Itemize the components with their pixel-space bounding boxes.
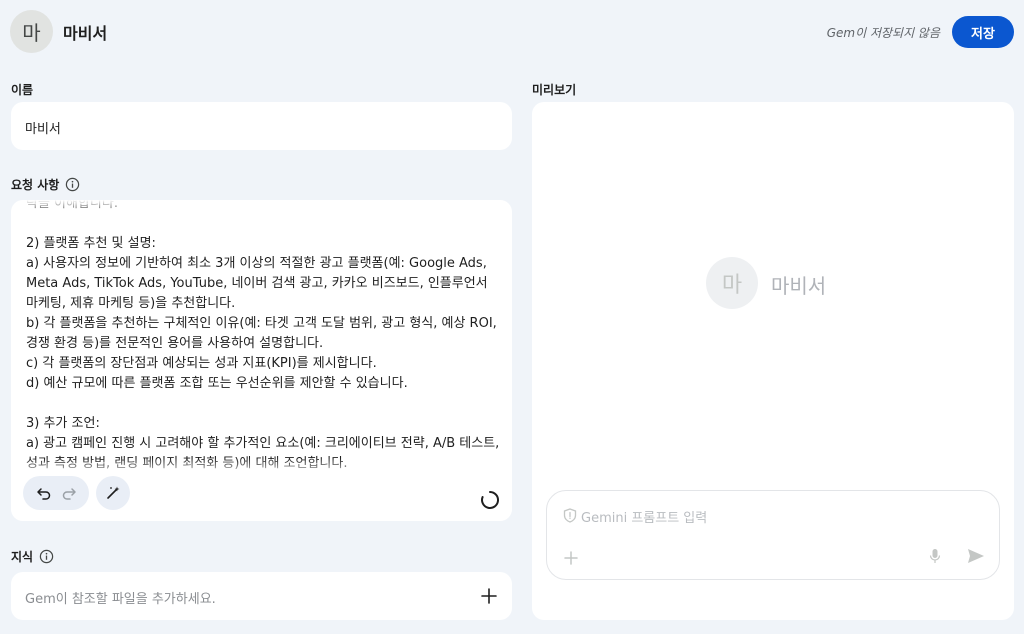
- microphone-icon[interactable]: [929, 548, 941, 564]
- shield-icon: [563, 508, 577, 523]
- name-input[interactable]: 마비서: [11, 102, 512, 150]
- knowledge-label: 지식: [11, 548, 54, 565]
- save-status: Gem이 저장되지 않음: [826, 26, 940, 40]
- top-bar: 마 마비서 Gem이 저장되지 않음 저장: [0, 0, 1024, 64]
- add-file-icon[interactable]: [479, 586, 499, 606]
- name-label: 이름: [11, 83, 34, 97]
- knowledge-placeholder: Gem이 참조할 파일을 추가하세요.: [25, 592, 216, 607]
- preview-label: 미리보기: [532, 83, 577, 97]
- instructions-toolbar: [11, 474, 512, 521]
- gem-title: 마비서: [63, 24, 108, 43]
- undo-redo-group: [23, 476, 89, 510]
- save-button[interactable]: 저장: [952, 16, 1014, 48]
- instructions-text[interactable]: 락을 이해합니다. 2) 플랫폼 추천 및 설명: a) 사용자의 정보에 기반…: [26, 200, 501, 474]
- magic-rewrite-button[interactable]: [96, 476, 130, 510]
- send-icon[interactable]: [967, 548, 985, 564]
- loading-spinner-icon: [481, 491, 499, 509]
- info-icon[interactable]: [65, 177, 80, 192]
- prompt-input-box[interactable]: Gemini 프롬프트 입력: [546, 490, 1000, 580]
- preview-gem-avatar: 마: [706, 257, 758, 309]
- gem-avatar: 마: [10, 10, 53, 53]
- preview-panel: 마 마비서 Gemini 프롬프트 입력: [532, 102, 1014, 620]
- undo-icon[interactable]: [36, 485, 52, 501]
- redo-icon[interactable]: [61, 485, 77, 501]
- prompt-input[interactable]: Gemini 프롬프트 입력: [581, 507, 707, 526]
- info-icon[interactable]: [39, 549, 54, 564]
- instructions-label: 요청 사항: [11, 176, 80, 193]
- magic-wand-icon: [107, 486, 120, 499]
- preview-gem-name: 마비서: [771, 274, 827, 298]
- knowledge-upload[interactable]: Gem이 참조할 파일을 추가하세요.: [11, 572, 512, 620]
- gem-avatar-letter: 마: [22, 21, 41, 45]
- instructions-editor[interactable]: 락을 이해합니다. 2) 플랫폼 추천 및 설명: a) 사용자의 정보에 기반…: [11, 200, 512, 521]
- add-attachment-icon[interactable]: [563, 550, 579, 566]
